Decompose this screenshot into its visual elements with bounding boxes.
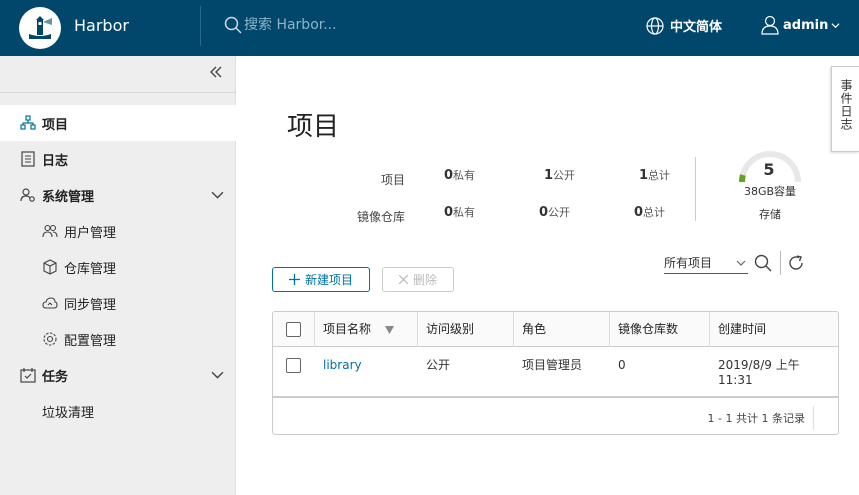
project-icon: [20, 115, 36, 130]
globe-icon: [646, 16, 664, 35]
repo-count-cell: 0: [618, 358, 626, 372]
sidebar: 项目 日志 系统管理 用户管理 仓库管理 同步管理 配置管理 任务 垃圾清理: [0, 56, 236, 495]
chevron-down-icon: [736, 260, 746, 266]
sidebar-item-label: 同步管理: [64, 297, 117, 313]
footer-divider: [813, 406, 814, 430]
row-checkbox[interactable]: [286, 358, 301, 373]
global-search: [224, 16, 404, 34]
refresh-icon[interactable]: [787, 254, 805, 272]
column-header-access[interactable]: 访问级别: [417, 312, 513, 347]
close-icon: [398, 275, 408, 284]
registry-icon: [43, 259, 57, 275]
sidebar-item-label: 配置管理: [64, 333, 117, 349]
log-icon: [21, 151, 35, 167]
task-icon: [20, 368, 36, 383]
user-icon: [761, 15, 779, 35]
stat-repos-label: 镜像仓库: [356, 210, 405, 224]
stat-repos-private: 0私有: [444, 205, 476, 220]
search-input[interactable]: [244, 17, 404, 33]
header-divider: [200, 6, 201, 46]
toolbar-divider: [780, 251, 781, 275]
stat-projects-label: 项目: [380, 173, 405, 187]
chevron-down-icon: [211, 371, 224, 379]
search-icon: [224, 16, 242, 34]
gear-icon: [43, 332, 57, 346]
harbor-logo[interactable]: [19, 7, 61, 49]
projects-table: 项目名称 访问级别 角色 镜像仓库数 创建时间 library 公开 项目管理员…: [272, 311, 839, 435]
column-header-created[interactable]: 创建时间: [709, 312, 838, 347]
role-cell: 项目管理员: [522, 358, 583, 372]
sidebar-item-users[interactable]: 用户管理: [0, 213, 236, 249]
project-filter-select[interactable]: 所有项目: [664, 254, 748, 274]
plus-icon: [288, 274, 300, 285]
admin-icon: [20, 188, 35, 202]
sidebar-item-label: 系统管理: [42, 189, 95, 205]
column-header-role[interactable]: 角色: [513, 312, 609, 347]
stat-projects-total: 1总计: [639, 168, 671, 183]
stat-projects-public: 1公开: [544, 168, 576, 183]
storage-label: 存储: [759, 208, 781, 221]
stats-divider: [695, 157, 696, 221]
language-label: 中文简体: [670, 20, 723, 35]
sidebar-item-replication[interactable]: 同步管理: [0, 285, 236, 321]
table-header: 项目名称 访问级别 角色 镜像仓库数 创建时间: [273, 312, 838, 347]
storage-count: 5: [763, 160, 775, 179]
sidebar-item-label: 仓库管理: [64, 261, 117, 277]
sidebar-item-tasks[interactable]: 任务: [0, 357, 236, 393]
sidebar-item-configuration[interactable]: 配置管理: [0, 321, 236, 357]
sidebar-item-garbage-collection[interactable]: 垃圾清理: [0, 393, 236, 429]
created-time-cell: 2019/8/9 上午 11:31: [718, 358, 800, 387]
sidebar-item-registries[interactable]: 仓库管理: [0, 249, 236, 285]
sidebar-item-projects[interactable]: 项目: [0, 105, 236, 141]
sidebar-item-administration[interactable]: 系统管理: [0, 177, 236, 213]
table-row[interactable]: library 公开 项目管理员 0 2019/8/9 上午 11:31: [273, 348, 838, 398]
project-name-link[interactable]: library: [323, 358, 362, 373]
sidebar-item-label: 任务: [42, 369, 69, 385]
chevron-down-icon: [831, 22, 840, 28]
language-switcher[interactable]: 中文简体: [646, 16, 722, 35]
pagination-summary: 1 - 1 共计 1 条记录: [707, 412, 805, 425]
sidebar-item-label: 用户管理: [64, 225, 117, 241]
chevron-down-icon: [211, 191, 224, 199]
sidebar-item-logs[interactable]: 日志: [0, 141, 236, 177]
sidebar-item-label: 垃圾清理: [42, 405, 95, 421]
column-header-repo-count[interactable]: 镜像仓库数: [609, 312, 709, 347]
main-content: 项目 项目 0私有 1公开 1总计 镜像仓库 0私有 0公开 0总计 5 38G…: [237, 56, 859, 495]
username: admin: [783, 17, 829, 33]
access-level-cell: 公开: [426, 358, 451, 372]
brand-name[interactable]: Harbor: [74, 16, 129, 35]
search-icon[interactable]: [754, 254, 772, 272]
storage-capacity: 38GB容量: [743, 185, 797, 198]
column-header-name[interactable]: 项目名称: [314, 312, 417, 347]
table-footer: 1 - 1 共计 1 条记录: [273, 400, 838, 434]
stat-repos-public: 0公开: [539, 205, 571, 220]
collapse-sidebar-icon[interactable]: [209, 65, 223, 83]
sidebar-item-label: 项目: [42, 117, 69, 133]
event-log-label: 事件日志: [839, 79, 853, 131]
stat-repos-total: 0总计: [634, 205, 666, 220]
sidebar-divider: [0, 92, 236, 93]
new-project-button[interactable]: 新建项目: [272, 267, 370, 292]
page-title: 项目: [287, 112, 340, 142]
filter-icon[interactable]: [385, 326, 394, 334]
select-all-checkbox[interactable]: [286, 322, 301, 337]
event-log-tab[interactable]: 事件日志: [831, 66, 859, 152]
filter-value: 所有项目: [664, 256, 713, 270]
delete-button[interactable]: 删除: [382, 267, 454, 292]
top-header: Harbor 中文简体 admin: [0, 0, 859, 56]
user-menu[interactable]: admin: [761, 15, 840, 35]
sidebar-item-label: 日志: [42, 153, 69, 169]
users-icon: [42, 224, 58, 238]
stat-projects-private: 0私有: [444, 168, 476, 183]
replication-icon: [42, 297, 58, 309]
new-project-label: 新建项目: [304, 273, 353, 287]
delete-label: 删除: [412, 273, 437, 287]
